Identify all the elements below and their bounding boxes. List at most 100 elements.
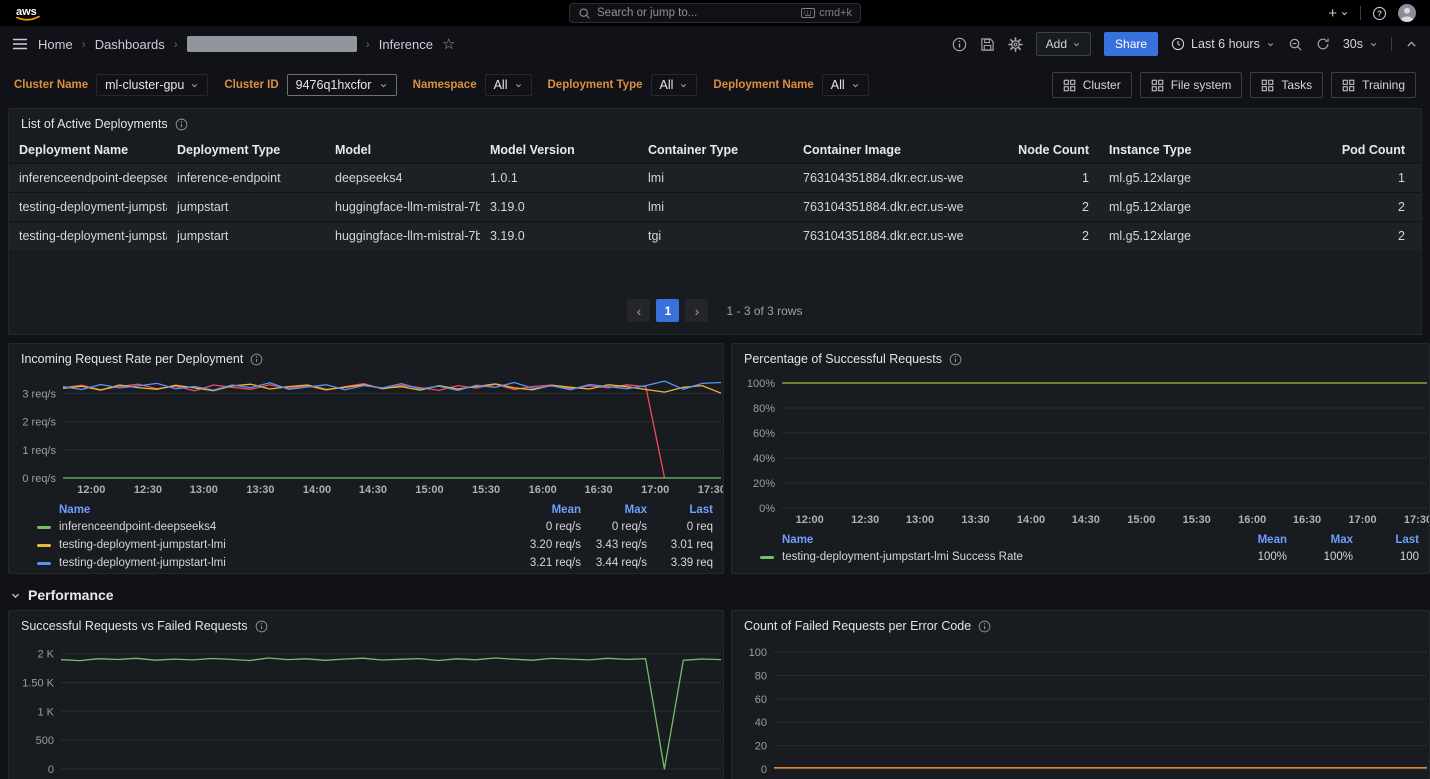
quick-link-cluster[interactable]: Cluster [1052,72,1132,98]
grid-apps-icon [1342,79,1355,92]
next-page-button[interactable]: › [685,299,708,322]
breadcrumb-current: Inference [379,37,433,52]
table-cell: 763104351884.dkr.ecr.us-we [793,164,1003,193]
legend-row[interactable]: inferenceendpoint-deepseeks40 req/s0 req… [19,518,713,536]
aws-top-bar: aws cmd+k + ? [0,0,1430,26]
redacted-breadcrumb-item[interactable] [187,36,357,52]
time-series-chart[interactable]: 3 req/s2 req/s1 req/s0 req/s12:0012:3013… [9,372,723,498]
table-cell: lmi [638,164,793,193]
legend-row[interactable]: testing-deployment-jumpstart-lmi3.20 req… [19,536,713,554]
settings-gear-icon [1008,37,1023,52]
legend-row[interactable]: testing-deployment-jumpstart-lmi3.21 req… [19,554,713,572]
share-button[interactable]: Share [1104,32,1158,56]
breadcrumb-dashboards[interactable]: Dashboards [95,37,165,52]
chevron-down-icon [379,81,388,90]
dashboard-info-button[interactable] [952,37,967,52]
panel-info-icon[interactable] [255,620,268,633]
column-header[interactable]: Container Image [793,137,1003,164]
svg-text:3 req/s: 3 req/s [22,389,56,401]
filter-value-dropdown[interactable]: 9476q1hxcfor [287,74,397,96]
keyboard-icon [801,8,815,18]
breadcrumb-home[interactable]: Home [38,37,73,52]
filter-cluster-id: Cluster ID9476q1hxcfor [224,74,396,96]
filter-value-dropdown[interactable]: All [485,74,532,96]
column-header[interactable]: Model [325,137,480,164]
save-dashboard-button[interactable] [980,37,995,52]
search-input[interactable] [597,7,795,19]
global-search[interactable]: cmd+k [569,3,861,23]
table-cell: testing-deployment-jumpsta [9,222,167,251]
panel-info-icon[interactable] [250,353,263,366]
time-range-picker[interactable]: Last 6 hours [1171,37,1275,51]
svg-text:14:30: 14:30 [359,484,387,496]
filter-value-dropdown[interactable]: All [651,74,698,96]
svg-text:60%: 60% [753,428,775,440]
svg-text:17:30: 17:30 [1404,514,1430,526]
panel-info-icon[interactable] [175,118,188,131]
grid-apps-icon [1063,79,1076,92]
time-series-chart[interactable]: 2 K1.50 K1 K5000 [9,639,723,773]
table-cell: ml.g5.12xlarge [1099,193,1259,222]
table-cell: 2 [1259,193,1421,222]
star-icon[interactable]: ☆ [442,37,455,52]
svg-text:17:00: 17:00 [1348,514,1376,526]
zoom-out-button[interactable] [1288,37,1303,52]
table-row[interactable]: testing-deployment-jumpstajumpstarthuggi… [9,222,1421,251]
prev-page-button[interactable]: ‹ [627,299,650,322]
add-panel-button[interactable]: Add [1036,32,1091,56]
column-header[interactable]: Deployment Name [9,137,167,164]
column-header[interactable]: Node Count [1003,137,1099,164]
svg-text:13:30: 13:30 [246,484,274,496]
menu-icon[interactable] [12,36,28,52]
refresh-button[interactable] [1316,37,1330,51]
chevron-down-icon [851,81,860,90]
time-series-chart[interactable]: 100%80%60%40%20%0%12:0012:3013:0013:3014… [732,372,1429,528]
legend-header: NameMeanMaxLast [742,531,1419,548]
svg-text:?: ? [1377,9,1382,18]
section-title: Performance [28,587,114,603]
table-row[interactable]: testing-deployment-jumpstajumpstarthuggi… [9,193,1421,222]
chevron-up-icon [1405,38,1418,51]
svg-text:15:00: 15:00 [415,484,443,496]
time-series-chart[interactable]: 100806040200 [732,639,1429,773]
panel-info-icon[interactable] [978,620,991,633]
quick-link-training[interactable]: Training [1331,72,1416,98]
chevron-down-icon [190,81,199,90]
table-cell: ml.g5.12xlarge [1099,164,1259,193]
filter-label: Deployment Name [713,79,813,91]
refresh-interval-picker[interactable]: 30s [1343,37,1378,51]
filter-value-dropdown[interactable]: All [822,74,869,96]
column-header[interactable]: Instance Type [1099,137,1259,164]
filter-value-dropdown[interactable]: ml-cluster-gpu [96,74,208,96]
aws-logo[interactable]: aws [14,4,46,23]
column-header[interactable]: Model Version [480,137,638,164]
performance-section-toggle[interactable]: Performance [0,574,1430,610]
legend-row[interactable]: testing-deployment-jumpstart-lmi Success… [742,548,1419,566]
chevron-down-icon [1340,9,1349,18]
column-header[interactable]: Container Type [638,137,793,164]
table-row[interactable]: inferenceendpoint-deepseekinference-endp… [9,164,1421,193]
svg-text:80%: 80% [753,403,775,415]
svg-text:40%: 40% [753,453,775,465]
dashboard-settings-button[interactable] [1008,37,1023,52]
deployments-panel: List of Active Deployments Deployment Na… [8,108,1422,335]
table-header: Deployment NameDeployment TypeModelModel… [9,137,1421,164]
collapse-toolbar-button[interactable] [1405,38,1418,51]
table-cell: lmi [638,193,793,222]
page-number-button[interactable]: 1 [656,299,679,322]
column-header[interactable]: Deployment Type [167,137,325,164]
grafana-dashboard: { "colors": { "accent_blue": "#3871dc", … [0,0,1430,779]
refresh-icon [1316,37,1330,51]
filter-namespace: NamespaceAll [413,74,532,96]
svg-text:16:30: 16:30 [585,484,613,496]
svg-text:0: 0 [761,764,767,773]
quick-link-tasks[interactable]: Tasks [1250,72,1323,98]
quick-link-file-system[interactable]: File system [1140,72,1243,98]
create-new-button[interactable]: + [1328,6,1349,21]
column-header[interactable]: Pod Count [1259,137,1421,164]
panel-title: Count of Failed Requests per Error Code [744,619,971,633]
panel-info-icon[interactable] [949,353,962,366]
help-button[interactable]: ? [1372,6,1387,21]
svg-text:100: 100 [749,647,767,659]
user-avatar[interactable] [1398,4,1416,22]
